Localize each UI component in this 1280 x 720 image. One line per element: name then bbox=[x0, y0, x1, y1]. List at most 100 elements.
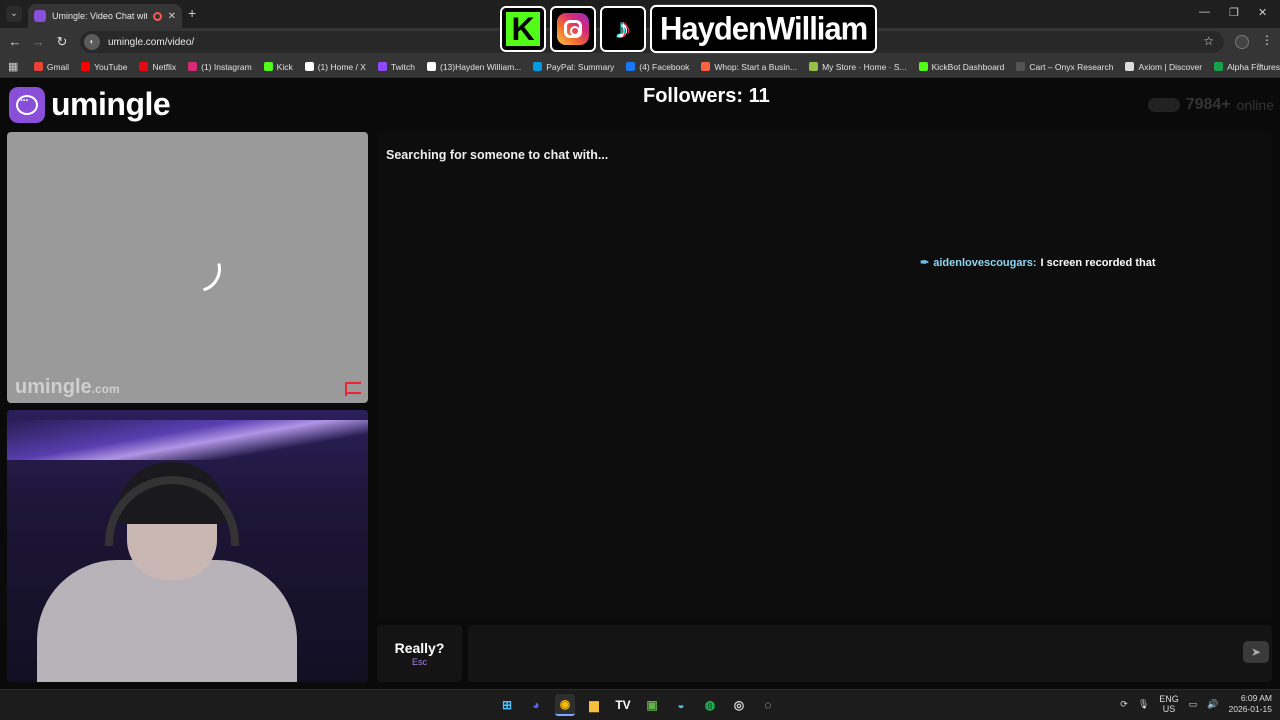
bookmark-label: Axiom | Discover bbox=[1138, 61, 1203, 72]
chat-message-text: I screen recorded that bbox=[1040, 256, 1156, 269]
bookmark-item[interactable]: Gmail bbox=[33, 61, 70, 72]
bookmark-label: (13)Hayden William... bbox=[440, 61, 522, 72]
bookmark-item[interactable]: My Store · Home · S... bbox=[809, 62, 907, 72]
online-toggle[interactable] bbox=[1147, 98, 1180, 112]
bookmark-favicon-icon bbox=[533, 62, 543, 71]
file-explorer-icon[interactable]: ▆ bbox=[584, 694, 604, 716]
site-info-icon[interactable]: ◐ bbox=[84, 34, 100, 50]
kick-logo-icon: K bbox=[506, 11, 540, 47]
bookmark-item[interactable]: YouTube bbox=[81, 62, 127, 72]
tab-search-button[interactable]: ⌄ bbox=[6, 6, 22, 22]
taskbar-apps: ⊞ ◕ ◉ ▆ TV ▣ ◒ ◍ ◎ ◌ bbox=[497, 694, 778, 716]
discord-icon[interactable]: ◕ bbox=[526, 694, 546, 716]
chat-status: Searching for someone to chat with... bbox=[386, 148, 609, 162]
bookmark-item[interactable]: (1) Home / X bbox=[304, 61, 366, 72]
umingle-logo[interactable]: umingle bbox=[9, 86, 171, 123]
obs-icon[interactable]: ◎ bbox=[729, 694, 749, 716]
bookmark-favicon-icon bbox=[1125, 62, 1135, 71]
bookmark-favicon-icon bbox=[33, 62, 43, 71]
kick-logo-box: K bbox=[500, 6, 546, 52]
language-code: ENG bbox=[1159, 694, 1179, 704]
tab-close-icon[interactable]: ✕ bbox=[168, 11, 176, 22]
chat-message: ✒ aidenlovescougars: I screen recorded t… bbox=[920, 256, 1156, 270]
bookmark-label: (4) Facebook bbox=[639, 61, 690, 72]
bookmark-item[interactable]: Axiom | Discover bbox=[1125, 62, 1202, 72]
bookmark-label: Whop: Start a Busin... bbox=[714, 61, 798, 72]
bookmark-item[interactable]: (1) Instagram bbox=[188, 62, 252, 72]
url-text: umingle.com/video/ bbox=[108, 36, 195, 48]
network-icon[interactable]: ▭ bbox=[1189, 699, 1198, 710]
windows-start-icon[interactable]: ⊞ bbox=[497, 694, 517, 716]
bookmark-label: Cart – Onyx Research bbox=[1029, 61, 1114, 72]
online-label: online bbox=[1236, 97, 1274, 113]
send-button[interactable]: ➤ bbox=[1243, 641, 1269, 663]
tradingview-icon[interactable]: TV bbox=[613, 694, 633, 716]
umingle-favicon-icon bbox=[34, 10, 46, 22]
bookmark-item[interactable]: (13)Hayden William... bbox=[427, 62, 521, 72]
bookmark-favicon-icon bbox=[809, 62, 819, 71]
stranger-video: umingle.com bbox=[7, 132, 368, 403]
esc-button[interactable]: Really? Esc bbox=[377, 625, 462, 682]
language-indicator[interactable]: ENG US bbox=[1159, 694, 1179, 714]
minimize-icon[interactable]: — bbox=[1199, 6, 1210, 18]
minecraft-icon[interactable]: ▣ bbox=[642, 694, 662, 716]
bookmark-item[interactable]: Netflix bbox=[139, 62, 176, 72]
bookmark-item[interactable]: Cart – Onyx Research bbox=[1016, 62, 1113, 72]
window-close-icon[interactable]: ✕ bbox=[1258, 6, 1267, 19]
bookmark-label: KickBot Dashboard bbox=[931, 61, 1005, 72]
browser-menu-icon[interactable]: ⋮ bbox=[1261, 33, 1273, 47]
followers-count: Followers: 11 bbox=[643, 85, 770, 107]
umingle-page: umingle Followers: 11 7984+ online uming… bbox=[0, 79, 1280, 689]
bookmark-item[interactable]: Twitch bbox=[377, 61, 415, 72]
bookmark-label: Twitch bbox=[390, 61, 415, 72]
bookmark-label: (1) Home / X bbox=[317, 61, 366, 72]
sword-icon: ✒ bbox=[920, 257, 930, 269]
watermark-text: umingle bbox=[15, 376, 92, 398]
bookmark-favicon-icon bbox=[263, 62, 273, 71]
logo-text: umingle bbox=[51, 86, 171, 122]
reload-icon[interactable]: ↻ bbox=[54, 34, 70, 50]
instagram-logo-box bbox=[550, 6, 596, 52]
restore-icon[interactable]: ❐ bbox=[1229, 6, 1239, 19]
bookmark-item[interactable]: Kick bbox=[263, 61, 293, 72]
bookmark-star-icon[interactable]: ☆ bbox=[1203, 34, 1214, 48]
sync-icon[interactable]: ⟳ bbox=[1120, 699, 1128, 710]
clock-time: 6:09 AM bbox=[1240, 693, 1272, 703]
more-bookmarks-icon[interactable]: » bbox=[1256, 60, 1262, 71]
volume-icon[interactable]: 🔊 bbox=[1207, 699, 1218, 710]
chrome-icon[interactable]: ◉ bbox=[555, 694, 575, 716]
bookmark-favicon-icon bbox=[139, 62, 149, 71]
bookmark-item[interactable]: Whop: Start a Busin... bbox=[701, 62, 797, 72]
clock-date: 2026-01-15 bbox=[1228, 704, 1272, 714]
stream-overlay: K ♪ HaydenWilliam bbox=[500, 4, 878, 54]
bookmark-favicon-icon bbox=[427, 62, 436, 71]
report-flag-icon[interactable] bbox=[345, 382, 361, 396]
forward-icon[interactable]: → bbox=[30, 34, 46, 49]
browser-tab-umingle[interactable]: Umingle: Video Chat with S ✕ bbox=[28, 4, 182, 28]
clock[interactable]: 6:09 AM 2026-01-15 bbox=[1229, 693, 1272, 715]
message-input[interactable] bbox=[468, 625, 1272, 682]
apps-grid-icon[interactable]: ▦ bbox=[8, 60, 22, 73]
bookmark-label: My Store · Home · S... bbox=[822, 61, 907, 72]
bookmark-favicon-icon bbox=[701, 62, 711, 71]
bookmark-item[interactable]: Alpha Futures bbox=[1214, 62, 1280, 72]
bookmark-item[interactable]: PayPal: Summary bbox=[533, 62, 614, 72]
bookmark-item[interactable]: KickBot Dashboard bbox=[918, 61, 1005, 72]
bookmark-label: PayPal: Summary bbox=[546, 61, 615, 72]
profile-avatar[interactable] bbox=[1235, 35, 1249, 49]
new-tab-button[interactable]: + bbox=[188, 5, 196, 21]
bookmark-label: Gmail bbox=[46, 61, 70, 72]
loading-spinner-icon bbox=[166, 237, 230, 301]
bookmark-label: Alpha Futures bbox=[1227, 61, 1280, 72]
bookmark-favicon-icon bbox=[304, 62, 314, 71]
bookmark-favicon-icon bbox=[1214, 62, 1224, 71]
region-code: US bbox=[1162, 704, 1176, 714]
steam-icon[interactable]: ◒ bbox=[671, 694, 691, 716]
app-icon[interactable]: ◌ bbox=[758, 694, 778, 716]
spotify-icon[interactable]: ◍ bbox=[700, 694, 720, 716]
system-tray: ⟳ 🎙 ENG US ▭ 🔊 6:09 AM 2026-01-15 bbox=[1120, 693, 1272, 715]
bookmark-label: Kick bbox=[276, 61, 293, 72]
bookmark-item[interactable]: (4) Facebook bbox=[626, 62, 689, 72]
microphone-icon[interactable]: 🎙 bbox=[1138, 699, 1149, 710]
back-icon[interactable]: ← bbox=[7, 34, 23, 49]
